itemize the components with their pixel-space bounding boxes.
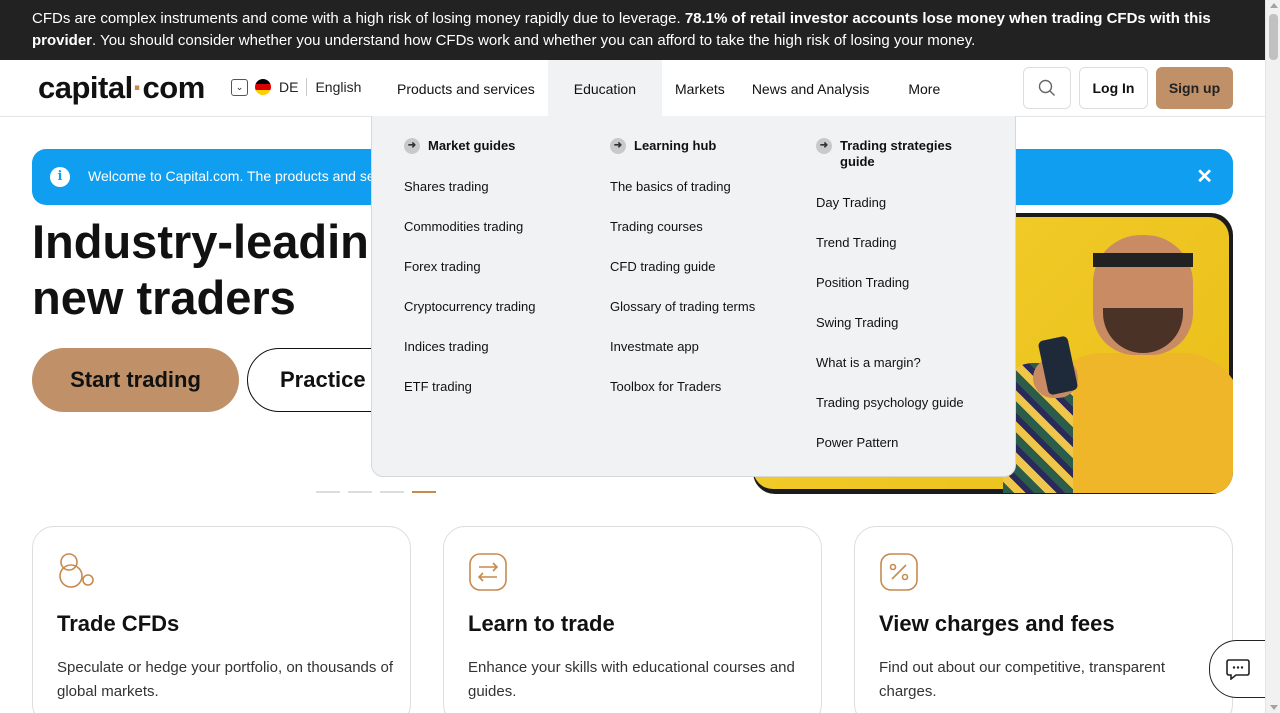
learning-hub-link[interactable]: Investmate app <box>610 339 790 379</box>
market-guides-link[interactable]: Indices trading <box>404 339 584 379</box>
exchange-icon <box>469 553 507 591</box>
language-selector[interactable]: ⌄ DE English <box>231 78 361 96</box>
trading-strategies-title-line1: Trading strategies <box>840 138 952 153</box>
hero-title-line1: Industry-leadin <box>32 215 369 268</box>
signup-button[interactable]: Sign up <box>1156 67 1233 109</box>
market-guides-link[interactable]: ETF trading <box>404 379 584 419</box>
arrow-right-icon: ➜ <box>816 138 832 154</box>
trading-strategies-title-line2: guide <box>840 154 875 169</box>
market-guides-column: ➜ Market guides Shares trading Commoditie… <box>404 138 584 419</box>
trading-strategies-link[interactable]: Trend Trading <box>816 235 996 275</box>
nav-news-and-analysis[interactable]: News and Analysis <box>738 60 883 117</box>
trading-strategies-title: Trading strategies guide <box>840 138 952 170</box>
chat-icon <box>1226 659 1250 680</box>
trading-strategies-link[interactable]: Power Pattern <box>816 435 996 475</box>
risk-text-end: . You should consider whether you unders… <box>92 32 976 49</box>
scrollbar-thumb[interactable] <box>1269 14 1278 60</box>
germany-flag-icon <box>255 79 271 95</box>
chat-button[interactable] <box>1209 640 1269 698</box>
carousel-dot[interactable] <box>380 491 404 493</box>
card-title: Learn to trade <box>468 611 615 636</box>
circles-icon <box>59 553 94 588</box>
carousel-dot[interactable] <box>348 491 372 493</box>
carousel-dot[interactable] <box>316 491 340 493</box>
nav-markets[interactable]: Markets <box>662 60 738 117</box>
card-text: Find out about our competitive, transpar… <box>879 659 1165 700</box>
arrow-right-icon: ➜ <box>404 138 420 154</box>
login-button[interactable]: Log In <box>1079 67 1148 109</box>
learning-hub-link[interactable]: Glossary of trading terms <box>610 299 790 339</box>
trading-strategies-link[interactable]: What is a margin? <box>816 355 996 395</box>
market-guides-heading[interactable]: ➜ Market guides <box>404 138 584 154</box>
market-guides-link[interactable]: Forex trading <box>404 259 584 299</box>
carousel-dots <box>316 491 436 493</box>
logo-text-left: capital <box>38 70 133 105</box>
main-nav: Products and services Education Markets … <box>384 60 953 117</box>
learn-to-trade-card[interactable]: Learn to trade Enhance your skills with … <box>443 526 822 713</box>
search-icon <box>1038 79 1055 96</box>
trading-strategies-link[interactable]: Day Trading <box>816 195 996 235</box>
trading-strategies-link[interactable]: Position Trading <box>816 275 996 315</box>
learning-hub-title: Learning hub <box>634 138 717 153</box>
trade-cfds-card[interactable]: Trade CFDs Speculate or hedge your portf… <box>32 526 411 713</box>
hero-image-headband <box>1093 253 1193 267</box>
scroll-down-arrow-icon[interactable] <box>1270 705 1278 710</box>
scroll-up-arrow-icon[interactable] <box>1270 3 1278 8</box>
logo-text-right: com <box>142 70 206 105</box>
trading-strategies-link[interactable]: Trading psychology guide <box>816 395 996 435</box>
page: CFDs are complex instruments and come wi… <box>0 0 1280 713</box>
hero-title-line2: new traders <box>32 271 296 324</box>
divider <box>306 78 308 96</box>
market-guides-title: Market guides <box>428 138 516 153</box>
card-title: Trade CFDs <box>57 611 180 636</box>
arrow-right-icon: ➜ <box>610 138 626 154</box>
market-guides-link[interactable]: Commodities trading <box>404 219 584 259</box>
charges-and-fees-card[interactable]: View charges and fees Find out about our… <box>854 526 1233 713</box>
learning-hub-link[interactable]: CFD trading guide <box>610 259 790 299</box>
trading-strategies-column: ➜ Trading strategies guide Day Trading Tre… <box>816 138 996 475</box>
site-header: capital·com ⌄ DE English Products and se… <box>0 60 1265 117</box>
percent-icon <box>880 553 918 591</box>
learning-hub-link[interactable]: The basics of trading <box>610 179 790 219</box>
nav-education[interactable]: Education <box>547 60 663 117</box>
country-code: DE <box>279 79 299 95</box>
nav-more[interactable]: More <box>882 60 953 117</box>
page-scrollbar[interactable] <box>1265 0 1280 713</box>
market-guides-link[interactable]: Cryptocurrency trading <box>404 299 584 339</box>
logo-dot: · <box>132 70 143 105</box>
info-icon: i <box>50 167 70 187</box>
capital-logo[interactable]: capital·com <box>38 70 205 106</box>
learning-hub-heading[interactable]: ➜ Learning hub <box>610 138 790 154</box>
learning-hub-link[interactable]: Trading courses <box>610 219 790 259</box>
trading-strategies-link[interactable]: Swing Trading <box>816 315 996 355</box>
card-title: View charges and fees <box>879 611 1115 636</box>
notice-message: Welcome to Capital.com. The products and… <box>88 168 387 184</box>
close-icon[interactable]: ✕ <box>1196 164 1213 189</box>
education-dropdown-menu: ➜ Market guides Shares trading Commoditie… <box>371 116 1016 477</box>
learning-hub-link[interactable]: Toolbox for Traders <box>610 379 790 419</box>
carousel-dot-active[interactable] <box>412 491 436 493</box>
nav-products-and-services[interactable]: Products and services <box>384 60 548 117</box>
search-button[interactable] <box>1023 67 1071 109</box>
card-text: Speculate or hedge your portfolio, on th… <box>57 659 394 700</box>
card-text: Enhance your skills with educational cou… <box>468 659 795 700</box>
market-guides-link[interactable]: Shares trading <box>404 179 584 219</box>
hero-title: Industry-leadin new traders <box>32 214 369 326</box>
chevron-down-icon[interactable]: ⌄ <box>231 78 248 96</box>
start-trading-button[interactable]: Start trading <box>32 348 239 412</box>
language-label: English <box>315 79 362 95</box>
trading-strategies-heading[interactable]: ➜ Trading strategies guide <box>816 138 996 170</box>
risk-warning-banner: CFDs are complex instruments and come wi… <box>0 0 1265 60</box>
learning-hub-column: ➜ Learning hub The basics of trading Trad… <box>610 138 790 419</box>
risk-text-start: CFDs are complex instruments and come wi… <box>32 10 685 27</box>
